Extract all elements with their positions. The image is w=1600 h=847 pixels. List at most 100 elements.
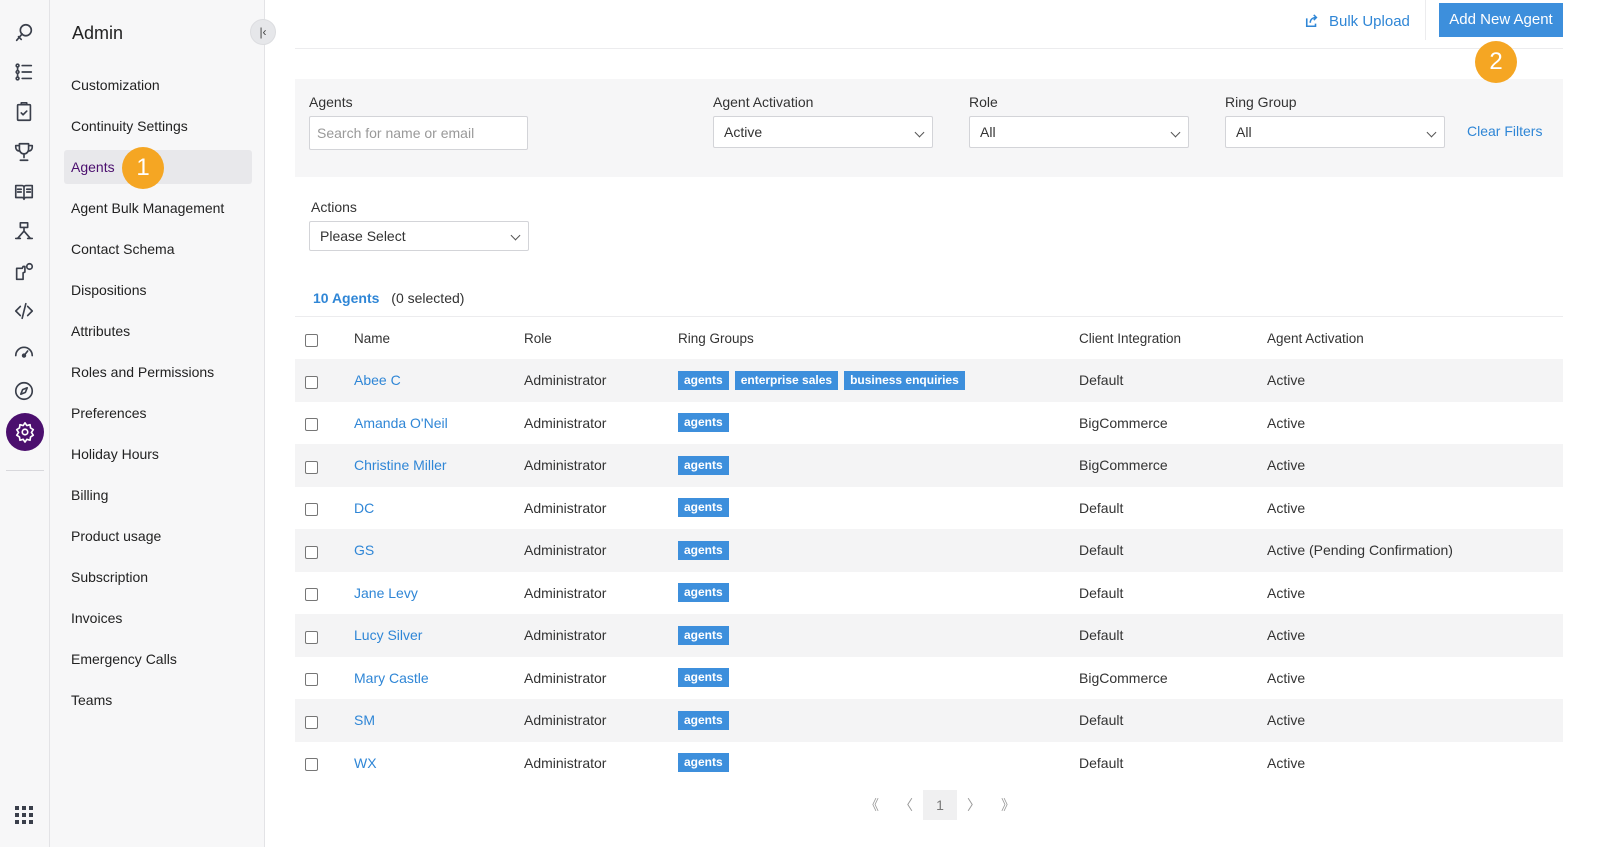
- callout-badge-1: 1: [122, 147, 164, 189]
- code-icon[interactable]: [11, 298, 37, 324]
- actions-select-value: Please Select: [320, 228, 406, 244]
- sidebar-item-invoices[interactable]: Invoices: [64, 601, 252, 635]
- topbar-divider: [295, 48, 1563, 49]
- agent-role: Administrator: [524, 669, 607, 686]
- agent-name-link[interactable]: WX: [354, 742, 377, 785]
- sidebar-item-teams[interactable]: Teams: [64, 683, 252, 717]
- page-1-button[interactable]: 1: [923, 790, 957, 820]
- role-select-value: All: [980, 124, 996, 140]
- table-row: Jane Levy Administrator agents Default Activ…: [295, 572, 1563, 615]
- dashboard-icon[interactable]: [11, 338, 37, 364]
- last-page-button[interactable]: 》: [991, 790, 1025, 820]
- agent-name-link[interactable]: GS: [354, 529, 374, 572]
- integrations-icon[interactable]: [11, 259, 37, 285]
- agent-count[interactable]: 10 Agents: [313, 290, 379, 306]
- activation-select[interactable]: Active: [713, 116, 933, 148]
- settings-icon[interactable]: [6, 413, 44, 451]
- client-integration: Default: [1079, 584, 1124, 601]
- compass-icon[interactable]: [11, 378, 37, 404]
- ring-group-select[interactable]: All: [1225, 116, 1445, 148]
- table-row: Amanda O'Neil Administrator agents BigComme…: [295, 402, 1563, 445]
- select-all-checkbox[interactable]: [305, 333, 318, 347]
- clipboard-icon[interactable]: [11, 99, 37, 125]
- ring-group-tag: agents: [678, 710, 729, 730]
- agent-activation-status: Active: [1267, 627, 1306, 644]
- agent-name-link[interactable]: Lucy Silver: [354, 614, 422, 657]
- agent-name-link[interactable]: Christine Miller: [354, 444, 447, 487]
- table-body: Abee C Administrator agents enterprise sale…: [295, 359, 1563, 784]
- agent-activation-status: Active: [1267, 669, 1306, 686]
- chevron-down-icon: [1170, 127, 1181, 138]
- ring-group-tag: enterprise sales: [734, 370, 839, 390]
- ring-group-tag: agents: [678, 753, 729, 773]
- agent-name-link[interactable]: SM: [354, 699, 375, 742]
- row-checkbox[interactable]: [305, 673, 318, 687]
- row-checkbox[interactable]: [305, 630, 318, 644]
- sidebar-item-continuity-settings[interactable]: Continuity Settings: [64, 109, 252, 143]
- agent-role: Administrator: [524, 372, 607, 389]
- first-page-button[interactable]: 《: [855, 790, 889, 820]
- topbar-separator: [1425, 0, 1426, 40]
- row-checkbox[interactable]: [305, 375, 318, 389]
- trophy-icon[interactable]: [11, 139, 37, 165]
- sidebar-item-product-usage[interactable]: Product usage: [64, 519, 252, 553]
- row-checkbox[interactable]: [305, 503, 318, 517]
- sidebar-item-holiday-hours[interactable]: Holiday Hours: [64, 437, 252, 471]
- apps-grid-icon[interactable]: [15, 806, 33, 824]
- support-icon[interactable]: [11, 20, 37, 46]
- row-checkbox[interactable]: [305, 418, 318, 432]
- sidebar-item-subscription[interactable]: Subscription: [64, 560, 252, 594]
- bulk-upload-button[interactable]: Bulk Upload: [1305, 10, 1410, 32]
- flow-icon[interactable]: [11, 219, 37, 245]
- agent-name-link[interactable]: DC: [354, 487, 374, 530]
- sidebar-item-attributes[interactable]: Attributes: [64, 314, 252, 348]
- client-integration: Default: [1079, 499, 1124, 516]
- agent-name-link[interactable]: Mary Castle: [354, 657, 429, 700]
- agent-search-input[interactable]: Search for name or email: [309, 116, 528, 150]
- column-header-agent-activation[interactable]: Agent Activation: [1267, 317, 1364, 359]
- clear-filters-link[interactable]: Clear Filters: [1467, 123, 1542, 139]
- ring-group-tag: agents: [678, 625, 729, 645]
- ring-groups-cell: agents: [678, 614, 735, 657]
- agent-name-link[interactable]: Abee C: [354, 359, 401, 402]
- row-checkbox[interactable]: [305, 545, 318, 559]
- sidebar-item-dispositions[interactable]: Dispositions: [64, 273, 252, 307]
- ring-group-tag: agents: [678, 455, 729, 475]
- chevron-down-icon: [1426, 127, 1437, 138]
- list-icon[interactable]: [11, 59, 37, 85]
- sidebar-item-preferences[interactable]: Preferences: [64, 396, 252, 430]
- actions-select[interactable]: Please Select: [309, 221, 529, 251]
- agent-activation-status: Active: [1267, 584, 1306, 601]
- column-header-ring-groups[interactable]: Ring Groups: [678, 317, 754, 359]
- ring-groups-cell: agents: [678, 402, 735, 445]
- ring-group-tag: agents: [678, 668, 729, 688]
- column-header-role[interactable]: Role: [524, 317, 552, 359]
- client-integration: BigCommerce: [1079, 414, 1168, 431]
- role-select[interactable]: All: [969, 116, 1189, 148]
- row-checkbox[interactable]: [305, 460, 318, 474]
- sidebar-item-contact-schema[interactable]: Contact Schema: [64, 232, 252, 266]
- ring-group-tag: agents: [678, 370, 729, 390]
- agents-filter-label: Agents: [309, 94, 353, 110]
- sidebar-title: Admin: [72, 23, 124, 43]
- sidebar-item-agent-bulk-management[interactable]: Agent Bulk Management: [64, 191, 252, 225]
- collapse-sidebar-button[interactable]: |‹: [250, 19, 276, 45]
- next-page-button[interactable]: 〉: [957, 790, 991, 820]
- sidebar-item-emergency-calls[interactable]: Emergency Calls: [64, 642, 252, 676]
- sidebar-item-billing[interactable]: Billing: [64, 478, 252, 512]
- column-header-client-integration[interactable]: Client Integration: [1079, 317, 1181, 359]
- row-checkbox[interactable]: [305, 715, 318, 729]
- table-header: Name Role Ring Groups Client Integration…: [295, 316, 1563, 359]
- book-icon[interactable]: [11, 179, 37, 205]
- agent-name-link[interactable]: Jane Levy: [354, 572, 418, 615]
- ring-groups-cell: agents: [678, 742, 735, 785]
- agent-name-link[interactable]: Amanda O'Neil: [354, 402, 448, 445]
- row-checkbox[interactable]: [305, 588, 318, 602]
- row-checkbox[interactable]: [305, 758, 318, 772]
- sidebar-item-customization[interactable]: Customization: [64, 68, 252, 102]
- sidebar-item-roles-and-permissions[interactable]: Roles and Permissions: [64, 355, 252, 389]
- add-new-agent-button[interactable]: Add New Agent: [1439, 3, 1563, 37]
- actions-label: Actions: [311, 199, 357, 215]
- prev-page-button[interactable]: 〈: [889, 790, 923, 820]
- column-header-name[interactable]: Name: [354, 317, 390, 359]
